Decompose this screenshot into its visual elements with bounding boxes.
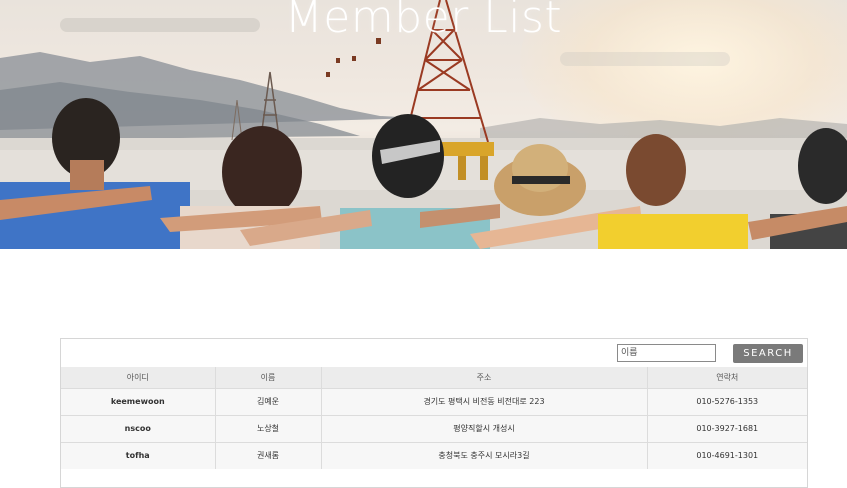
column-header-name[interactable]: 이름 [215, 367, 322, 388]
member-address-cell: 평양직할시 개성시 [321, 414, 648, 442]
member-phone-cell: 010-4691-1301 [647, 441, 807, 469]
table-row[interactable]: nscoo 노상철 평양직할시 개성시 010-3927-1681 [61, 414, 807, 442]
table-row[interactable]: keemewoon 김예운 경기도 평택시 비전동 비전대로 223 010-5… [61, 387, 807, 415]
member-id-cell: tofha [61, 441, 216, 469]
member-name-cell: 권새롬 [215, 441, 322, 469]
member-table: 아이디 이름 주소 연락처 keemewoon 김예운 경기도 평택시 비전동 … [61, 367, 807, 469]
member-phone-cell: 010-5276-1353 [647, 387, 807, 415]
member-phone-cell: 010-3927-1681 [647, 414, 807, 442]
member-table-panel: SEARCH 아이디 이름 주소 연락처 keemewoon 김예운 경기도 평… [60, 338, 808, 488]
member-name-cell: 노상철 [215, 414, 322, 442]
member-id-cell: keemewoon [61, 387, 216, 415]
search-input[interactable] [617, 344, 716, 362]
column-header-address[interactable]: 주소 [321, 367, 648, 388]
hero-banner: Member List [0, 0, 847, 249]
member-address-cell: 경기도 평택시 비전동 비전대로 223 [321, 387, 648, 415]
member-id-cell: nscoo [61, 414, 216, 442]
search-button[interactable]: SEARCH [733, 344, 803, 363]
column-header-id[interactable]: 아이디 [61, 367, 216, 388]
page-title: Member List [284, 0, 563, 43]
table-header-row: 아이디 이름 주소 연락처 [61, 367, 807, 388]
table-row[interactable]: tofha 권새롬 충청북도 충주시 모시라3길 010-4691-1301 [61, 441, 807, 469]
member-address-cell: 충청북도 충주시 모시라3길 [321, 441, 648, 469]
member-name-cell: 김예운 [215, 387, 322, 415]
column-header-phone[interactable]: 연락처 [647, 367, 807, 388]
